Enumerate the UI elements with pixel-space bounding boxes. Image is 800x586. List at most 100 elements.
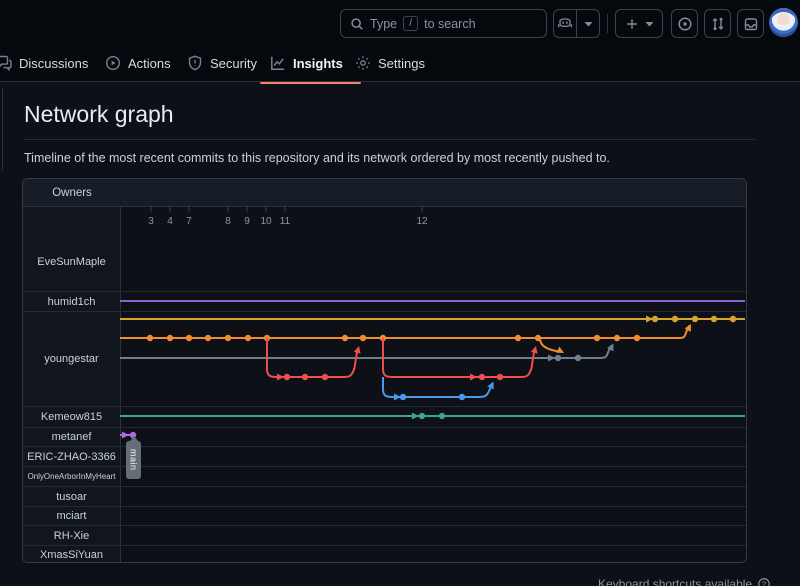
avatar[interactable] bbox=[769, 8, 798, 37]
pull-requests-button[interactable] bbox=[704, 9, 731, 38]
search-input[interactable]: Type / to search bbox=[340, 9, 547, 38]
graph-cell bbox=[121, 467, 746, 486]
page-title: Network graph bbox=[24, 101, 174, 128]
owner-label-XmasSiYuan[interactable]: XmasSiYuan bbox=[23, 546, 121, 563]
commit-dot[interactable] bbox=[497, 374, 503, 380]
commit-dot[interactable] bbox=[575, 355, 581, 361]
owner-label-ERIC-ZHAO-3366[interactable]: ERIC-ZHAO-3366 bbox=[23, 447, 121, 466]
tab-discussions[interactable]: Discussions bbox=[0, 45, 90, 81]
commit-dot[interactable] bbox=[302, 374, 308, 380]
repo-nav-tabs: Discussions Actions Security Insights Settin… bbox=[0, 45, 800, 82]
network-row: humid1ch bbox=[23, 291, 746, 311]
commit-dot[interactable] bbox=[652, 316, 658, 322]
discussions-icon bbox=[0, 55, 12, 71]
pull-request-icon bbox=[710, 16, 726, 32]
svg-text:?: ? bbox=[762, 580, 766, 586]
commit-dot[interactable] bbox=[459, 394, 465, 400]
commit-dot[interactable] bbox=[147, 335, 153, 341]
commit-dot[interactable] bbox=[479, 374, 485, 380]
commit-dot[interactable] bbox=[594, 335, 600, 341]
owner-label-mciart[interactable]: mciart bbox=[23, 507, 121, 525]
tab-settings[interactable]: Settings bbox=[353, 45, 427, 81]
slash-key-hint: / bbox=[403, 16, 418, 31]
commit-dot[interactable] bbox=[360, 335, 366, 341]
chevron-down-icon bbox=[645, 21, 654, 27]
keyboard-shortcuts-hint[interactable]: Keyboard shortcuts available ? bbox=[598, 577, 771, 586]
commit-dot[interactable] bbox=[555, 355, 561, 361]
commit-dot[interactable] bbox=[205, 335, 211, 341]
graph-cell bbox=[121, 207, 746, 291]
question-icon: ? bbox=[757, 577, 771, 586]
inbox-button[interactable] bbox=[737, 9, 764, 38]
commit-dot[interactable] bbox=[614, 335, 620, 341]
search-placeholder-suffix: to search bbox=[424, 17, 475, 31]
graph-cell bbox=[121, 292, 746, 311]
tab-security[interactable]: Security bbox=[185, 45, 259, 81]
network-graph-table: Owners EveSunMaplehumid1chyoungestarKeme… bbox=[22, 178, 747, 563]
commit-dot[interactable] bbox=[692, 316, 698, 322]
graph-cell bbox=[121, 487, 746, 506]
network-row: Kemeow815 bbox=[23, 406, 746, 427]
owner-label-youngestar[interactable]: youngestar bbox=[23, 312, 121, 406]
owner-label-RH-Xie[interactable]: RH-Xie bbox=[23, 526, 121, 545]
tab-insights[interactable]: Insights bbox=[268, 45, 345, 81]
search-icon bbox=[350, 17, 364, 31]
tab-label: Security bbox=[210, 56, 257, 71]
network-row: tusoar bbox=[23, 486, 746, 506]
owners-column-header: Owners bbox=[23, 187, 121, 199]
owner-label-metanef[interactable]: metanef bbox=[23, 428, 121, 446]
header-divider bbox=[607, 14, 608, 33]
commit-dot[interactable] bbox=[167, 335, 173, 341]
issues-button[interactable] bbox=[671, 9, 698, 38]
graph-cell bbox=[121, 447, 746, 466]
graph-cell bbox=[121, 546, 746, 563]
commit-dot[interactable] bbox=[535, 335, 541, 341]
commit-dot[interactable] bbox=[730, 316, 736, 322]
commit-dot[interactable] bbox=[245, 335, 251, 341]
network-row: XmasSiYuan bbox=[23, 545, 746, 563]
actions-icon bbox=[105, 55, 121, 71]
tab-actions[interactable]: Actions bbox=[103, 45, 173, 81]
owner-label-tusoar[interactable]: tusoar bbox=[23, 487, 121, 506]
branch-label-main: main bbox=[126, 441, 141, 479]
commit-dot[interactable] bbox=[380, 335, 386, 341]
create-new-button[interactable] bbox=[615, 9, 663, 38]
owner-label-EveSunMaple[interactable]: EveSunMaple bbox=[23, 207, 121, 291]
commit-dot[interactable] bbox=[439, 413, 445, 419]
content-left-border bbox=[2, 88, 3, 170]
graph-cell bbox=[121, 407, 746, 427]
network-row: mciart bbox=[23, 506, 746, 525]
copilot-dropdown[interactable] bbox=[576, 10, 599, 37]
network-row: RH-Xie bbox=[23, 525, 746, 545]
owner-label-OnlyOneArborInMyHeart[interactable]: OnlyOneArborInMyHeart bbox=[23, 467, 121, 486]
commit-dot[interactable] bbox=[515, 335, 521, 341]
github-network-graph-page: { "topbar": { "search": { "prefix": "Typ… bbox=[0, 0, 800, 586]
commit-dot[interactable] bbox=[322, 374, 328, 380]
page-description: Timeline of the most recent commits to t… bbox=[24, 151, 610, 165]
commit-dot[interactable] bbox=[634, 335, 640, 341]
owner-label-humid1ch[interactable]: humid1ch bbox=[23, 292, 121, 311]
insights-icon bbox=[270, 55, 286, 71]
graph-cell bbox=[121, 507, 746, 525]
commit-dot[interactable] bbox=[342, 335, 348, 341]
inbox-icon bbox=[743, 16, 759, 32]
table-header-row: Owners bbox=[23, 179, 746, 207]
owner-label-Kemeow815[interactable]: Kemeow815 bbox=[23, 407, 121, 427]
commit-dot[interactable] bbox=[225, 335, 231, 341]
graph-cell bbox=[121, 428, 746, 446]
tab-label: Settings bbox=[378, 56, 425, 71]
tab-label: Discussions bbox=[19, 56, 88, 71]
commit-dot[interactable] bbox=[284, 374, 290, 380]
commit-dot[interactable] bbox=[672, 316, 678, 322]
commit-dot[interactable] bbox=[264, 335, 270, 341]
graph-cell bbox=[121, 312, 746, 406]
commit-dot[interactable] bbox=[419, 413, 425, 419]
copilot-button[interactable] bbox=[553, 9, 600, 38]
title-divider bbox=[24, 139, 755, 140]
copilot-icon bbox=[554, 10, 576, 37]
commit-dot[interactable] bbox=[400, 394, 406, 400]
tab-label: Actions bbox=[128, 56, 171, 71]
commit-dot[interactable] bbox=[186, 335, 192, 341]
commit-dot[interactable] bbox=[711, 316, 717, 322]
plus-icon bbox=[625, 17, 639, 31]
